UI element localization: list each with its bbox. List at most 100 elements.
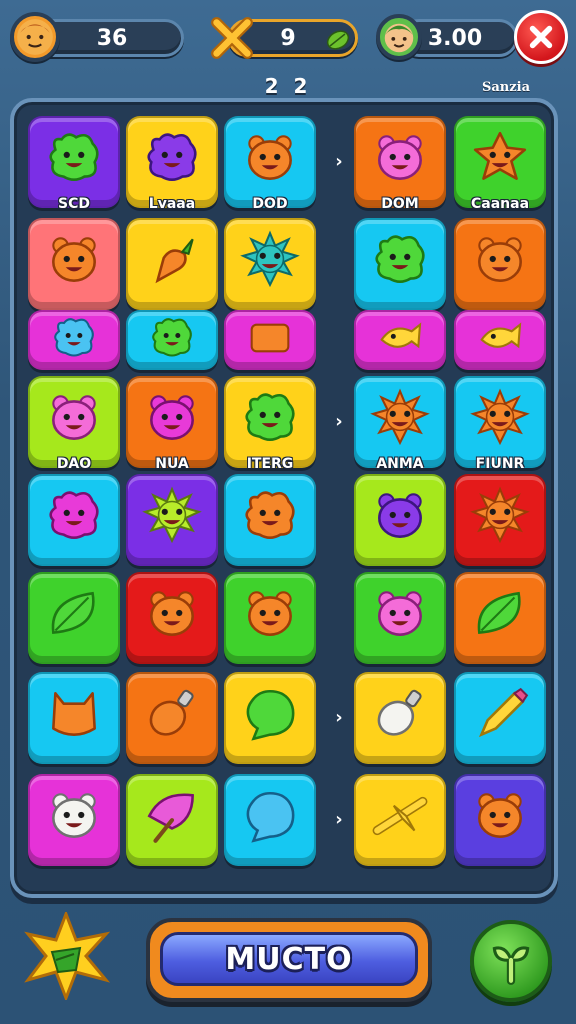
tile-label: ANMA — [376, 456, 424, 472]
friend-face-icon — [384, 23, 414, 53]
rocket-icon — [245, 491, 295, 540]
tile-yellow-pencil[interactable] — [454, 672, 546, 764]
orange-carrot-icon — [155, 239, 194, 284]
tile-white-bear[interactable] — [28, 774, 120, 866]
tile-yellow-fish[interactable] — [454, 310, 546, 370]
tile-orange-bear[interactable] — [454, 218, 546, 310]
tile-green-blob[interactable]: ITERG — [224, 376, 316, 472]
tile-white-bottle[interactable] — [354, 672, 446, 764]
pink-bear-icon — [378, 135, 422, 181]
orange-bear-icon — [478, 237, 522, 283]
green-leaf-icon — [51, 592, 95, 635]
tile-orange-bear[interactable] — [454, 774, 546, 866]
arrow-right-icon: › — [335, 707, 343, 728]
yellow-plane-icon — [372, 797, 428, 836]
tile-orange-bottle[interactable] — [126, 672, 218, 764]
tile-pink-bear[interactable] — [354, 572, 446, 664]
tile-orange-sun[interactable]: ANMA — [354, 376, 446, 472]
orange-cat-icon — [52, 692, 96, 737]
tile-orange-bear[interactable] — [126, 572, 218, 664]
player-face-icon — [17, 19, 53, 55]
tile-pink-bear[interactable]: DOM — [354, 116, 446, 212]
tile-label: DOD — [252, 196, 288, 212]
tile-rocket[interactable] — [224, 474, 316, 566]
tile-purple-umbrella[interactable] — [126, 774, 218, 866]
purple-bear-icon — [378, 493, 422, 539]
tile-teal-sun[interactable] — [224, 218, 316, 310]
tile-orange-bear[interactable]: DOD — [224, 116, 316, 212]
tile-orange-sun[interactable]: FIUNR — [454, 376, 546, 472]
white-bottle-icon — [377, 690, 422, 737]
orange-bear-icon — [248, 591, 292, 637]
star-booster-button[interactable] — [22, 912, 110, 1000]
player-avatar[interactable] — [10, 12, 60, 62]
sprout-icon — [492, 946, 530, 985]
tile-magenta-blob[interactable] — [28, 474, 120, 566]
tile-label: Caanaa — [470, 196, 530, 212]
tile-green-blob[interactable] — [354, 218, 446, 310]
tile-orange-carrot[interactable] — [126, 218, 218, 310]
orange-starfish-icon — [473, 132, 527, 181]
yellow-fish-icon — [380, 322, 422, 349]
tile-purple-blob[interactable]: Lvaaa — [126, 116, 218, 212]
tile-green-blob[interactable]: SCD — [28, 116, 120, 212]
tile-blue-blob[interactable] — [28, 310, 120, 370]
leaf-icon — [326, 30, 350, 50]
magenta-bear-icon — [150, 395, 194, 441]
green-blob-icon — [152, 317, 192, 357]
tile-magenta-bear[interactable]: NUA — [126, 376, 218, 472]
green-leaf-icon — [477, 592, 521, 635]
orange-bear-icon — [248, 135, 292, 181]
top-hud: 36 9 3.00 — [0, 8, 576, 68]
arrow-right-icon: › — [335, 809, 343, 830]
tile-yellow-plane[interactable] — [354, 774, 446, 866]
sprout-button[interactable] — [470, 920, 552, 1002]
white-bear-icon — [52, 793, 96, 839]
tile-blue-bubble[interactable] — [224, 774, 316, 866]
cross-swords-icon — [211, 17, 253, 59]
moves-value: 9 — [280, 25, 296, 51]
main-action-button[interactable]: MUCTO — [146, 918, 432, 1002]
green-blob-icon — [245, 393, 295, 442]
tile-orange-bear[interactable] — [224, 572, 316, 664]
main-action-label: MUCTO — [225, 941, 353, 977]
round-counter: 2 2 — [264, 74, 312, 98]
tile-lime-sun[interactable] — [126, 474, 218, 566]
lime-sun-icon — [142, 486, 202, 544]
arrow-right-icon: › — [335, 151, 343, 172]
yellow-pencil-icon — [478, 688, 529, 738]
tile-orange-cat[interactable] — [28, 672, 120, 764]
arrow-right-icon: › — [335, 411, 343, 432]
orange-sun-icon — [470, 388, 530, 446]
tile-green-blob[interactable] — [126, 310, 218, 370]
orange-bear-icon — [478, 793, 522, 839]
tile-orange-sun[interactable] — [454, 474, 546, 566]
tile-label: FIUNR — [475, 456, 525, 472]
score-value: 36 — [96, 25, 128, 51]
tile-orange-starfish[interactable]: Caanaa — [454, 116, 546, 212]
tile-green-bubble[interactable] — [224, 672, 316, 764]
tile-label: NUA — [155, 456, 189, 472]
tile-orange-bear[interactable] — [28, 218, 120, 310]
yellow-fish-icon — [480, 322, 522, 349]
green-blob-icon — [375, 235, 425, 284]
purple-blob-icon — [147, 133, 197, 182]
close-icon — [529, 25, 553, 49]
game-board: SCD Lvaaa DOD DOM Caanaa › DAO NUA ITERG… — [10, 98, 558, 898]
purple-umbrella-icon — [147, 793, 194, 844]
orange-bottle-icon — [149, 690, 194, 737]
tile-purple-bear[interactable] — [354, 474, 446, 566]
tile-green-leaf[interactable] — [454, 572, 546, 664]
friend-avatar[interactable] — [376, 14, 422, 60]
tile-label: Lvaaa — [148, 196, 196, 212]
mode-label: Sanzia — [481, 80, 530, 95]
tile-orange-square[interactable] — [224, 310, 316, 370]
blue-blob-icon — [54, 317, 94, 357]
tile-pink-bear[interactable]: DAO — [28, 376, 120, 472]
green-bubble-icon — [246, 690, 295, 742]
tile-green-leaf[interactable] — [28, 572, 120, 664]
close-button[interactable] — [514, 10, 568, 64]
orange-bear-icon — [150, 591, 194, 637]
tile-yellow-fish[interactable] — [354, 310, 446, 370]
tile-label: SCD — [58, 196, 90, 212]
